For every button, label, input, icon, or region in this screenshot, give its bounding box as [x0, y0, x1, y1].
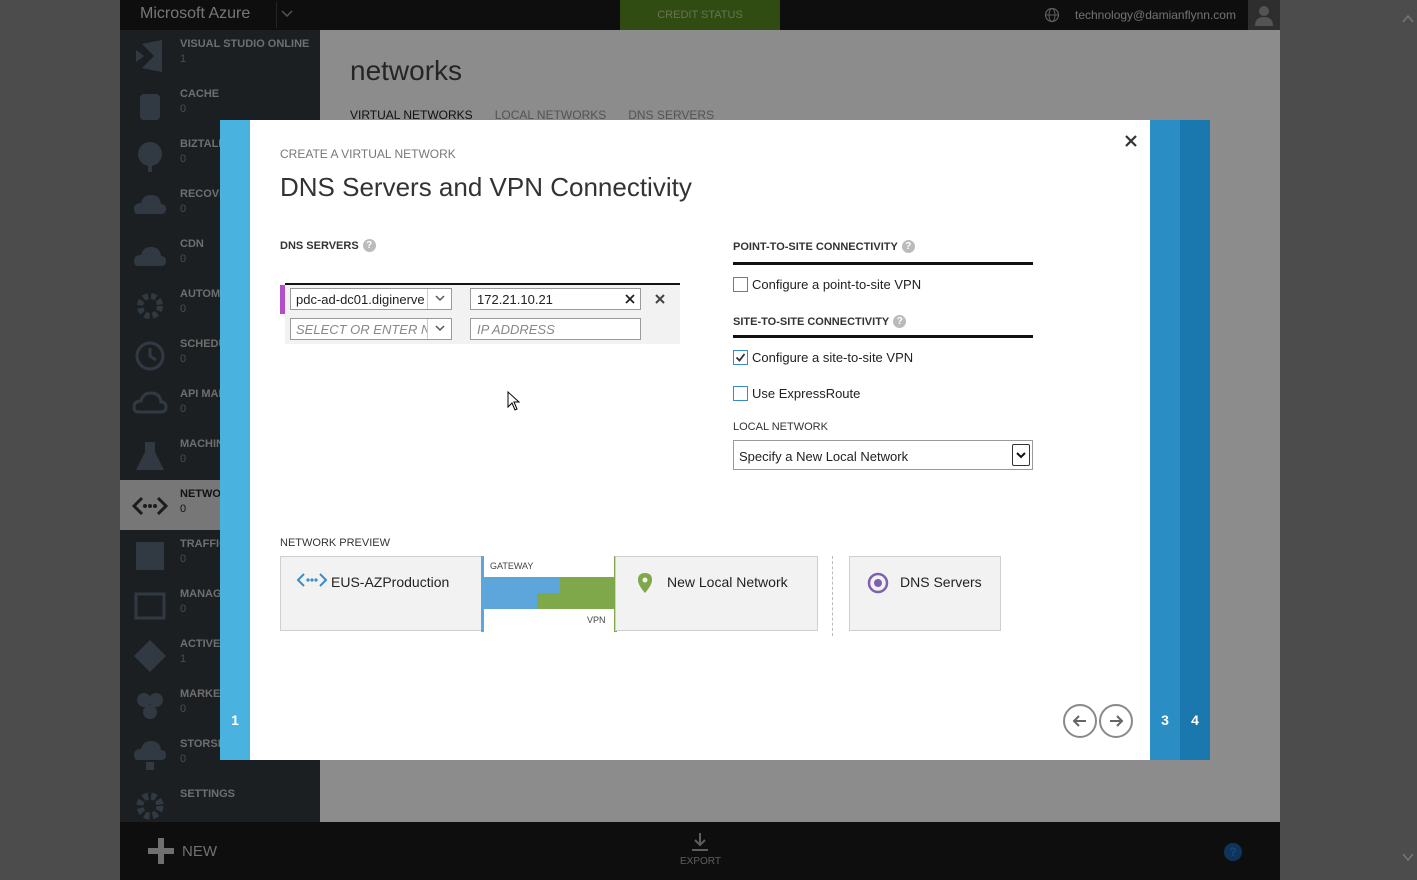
dns-ip-input[interactable]: IP ADDRESS	[470, 318, 641, 340]
preview-dns-name: DNS Servers	[900, 574, 982, 590]
checkmark-icon	[735, 353, 746, 362]
dns-name-placeholder: SELECT OR ENTER NAME	[296, 322, 428, 337]
site-to-site-heading: SITE-TO-SITE CONNECTIVITY?	[733, 315, 907, 328]
site-to-site-checkbox[interactable]	[733, 350, 748, 365]
scroll-down-icon[interactable]	[1402, 852, 1414, 862]
dns-name-value: pdc-ad-dc01.diginerve	[296, 292, 425, 307]
row-selection-marker	[280, 285, 285, 314]
dns-server-row: pdc-ad-dc01.diginerve 172.21.10.21	[280, 285, 680, 314]
section-rule	[733, 262, 1033, 265]
wizard-step-4-strip[interactable]	[1180, 120, 1210, 760]
expressroute-checkbox[interactable]	[733, 386, 748, 401]
vpn-segment	[560, 577, 614, 593]
dns-ip-input[interactable]: 172.21.10.21	[470, 288, 641, 310]
preview-dns-servers: DNS Servers	[849, 556, 1001, 631]
mouse-cursor-icon	[507, 391, 521, 411]
wizard-step-3-strip[interactable]	[1150, 120, 1180, 760]
arrow-right-icon	[1110, 715, 1124, 727]
wizard-title: DNS Servers and VPN Connectivity	[280, 172, 692, 202]
point-to-site-checkbox-row[interactable]: Configure a point-to-site VPN	[733, 277, 1033, 295]
point-to-site-heading: POINT-TO-SITE CONNECTIVITY?	[733, 240, 915, 253]
site-to-site-checkbox-label[interactable]: Configure a site-to-site VPN	[752, 350, 913, 365]
point-to-site-checkbox-label[interactable]: Configure a point-to-site VPN	[752, 277, 921, 292]
section-rule	[733, 335, 1033, 338]
clear-input-icon[interactable]	[623, 292, 637, 306]
dns-ip-placeholder: IP ADDRESS	[477, 322, 555, 337]
wizard-step-3-number: 3	[1161, 712, 1169, 728]
point-to-site-checkbox[interactable]	[733, 277, 748, 292]
site-to-site-label: SITE-TO-SITE CONNECTIVITY	[733, 316, 890, 328]
preview-local-network: New Local Network	[615, 556, 818, 631]
dns-servers-heading: DNS SERVERS?	[280, 239, 376, 252]
expressroute-checkbox-label[interactable]: Use ExpressRoute	[752, 386, 860, 401]
site-to-site-checkbox-row[interactable]: Configure a site-to-site VPN	[733, 350, 1033, 368]
expressroute-checkbox-row[interactable]: Use ExpressRoute	[733, 386, 1033, 404]
chevron-down-icon	[1016, 452, 1026, 459]
wizard-step-1-number: 1	[231, 712, 239, 728]
local-network-dropdown-button[interactable]	[1012, 444, 1030, 466]
preview-divider	[832, 556, 833, 636]
preview-local-network-name: New Local Network	[667, 574, 788, 590]
map-pin-icon	[638, 573, 652, 593]
wizard-step-4-number: 4	[1191, 712, 1199, 728]
preview-gateway-connection: GATEWAY VPN	[481, 556, 617, 632]
dns-name-combobox[interactable]: SELECT OR ENTER NAME	[290, 318, 452, 340]
next-step-button[interactable]	[1099, 704, 1133, 738]
chevron-down-icon	[435, 295, 445, 302]
virtual-network-icon	[297, 573, 327, 587]
help-icon[interactable]: ?	[362, 239, 376, 252]
arrow-left-icon	[1072, 715, 1086, 727]
local-network-value: Specify a New Local Network	[739, 449, 909, 464]
dns-servers-label: DNS SERVERS	[280, 240, 359, 252]
chevron-down-icon	[435, 325, 445, 332]
vpn-segment	[537, 593, 614, 609]
preview-vnet-name: EUS-AZProduction	[331, 574, 450, 590]
dns-server-icon	[867, 572, 889, 594]
scroll-up-icon[interactable]	[1402, 14, 1414, 24]
wizard-subtitle: CREATE A VIRTUAL NETWORK	[280, 147, 456, 161]
dns-server-row-new: SELECT OR ENTER NAME IP ADDRESS	[285, 314, 680, 344]
create-virtual-network-dialog: CREATE A VIRTUAL NETWORK DNS Servers and…	[250, 120, 1150, 760]
previous-step-button[interactable]	[1063, 704, 1097, 738]
point-to-site-label: POINT-TO-SITE CONNECTIVITY	[733, 241, 898, 253]
dns-name-dropdown-button[interactable]	[427, 319, 451, 339]
gateway-label: GATEWAY	[490, 561, 534, 571]
dns-name-combobox[interactable]: pdc-ad-dc01.diginerve	[290, 288, 452, 310]
close-icon[interactable]	[1123, 133, 1139, 149]
preview-virtual-network: EUS-AZProduction	[280, 556, 483, 631]
help-icon[interactable]: ?	[893, 315, 907, 328]
local-network-select[interactable]: Specify a New Local Network	[733, 440, 1033, 470]
vpn-label: VPN	[587, 615, 606, 625]
wizard-step-1-strip[interactable]	[220, 120, 250, 760]
dns-name-dropdown-button[interactable]	[427, 289, 451, 309]
local-network-label: LOCAL NETWORK	[733, 421, 828, 433]
help-icon[interactable]: ?	[901, 240, 915, 253]
dns-ip-value: 172.21.10.21	[477, 292, 553, 307]
network-preview-label: NETWORK PREVIEW	[280, 537, 391, 549]
delete-row-icon[interactable]	[653, 292, 667, 306]
